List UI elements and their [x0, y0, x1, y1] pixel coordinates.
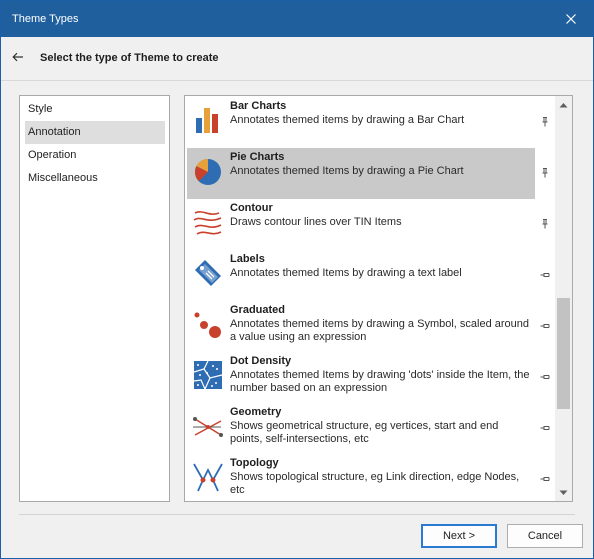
- category-list: Style Annotation Operation Miscellaneous: [19, 95, 170, 502]
- footer-divider: [19, 514, 575, 515]
- theme-description: Draws contour lines over TIN Items: [230, 216, 402, 228]
- close-icon: [566, 14, 576, 24]
- unpinned-icon: [540, 375, 550, 379]
- window-title: Theme Types: [12, 13, 79, 25]
- pin-button[interactable]: [539, 167, 551, 179]
- close-button[interactable]: [549, 1, 593, 37]
- pin-button[interactable]: [539, 116, 551, 128]
- category-item-annotation[interactable]: Annotation: [25, 121, 165, 144]
- theme-description: Annotates themed items by drawing a Symb…: [230, 318, 529, 343]
- scroll-track[interactable]: [555, 113, 572, 484]
- theme-item-pie-charts[interactable]: Pie Charts Annotates themed Items by dra…: [187, 148, 535, 199]
- theme-description: Annotates themed items by drawing a Bar …: [230, 114, 465, 126]
- page-heading: Select the type of Theme to create: [40, 52, 219, 64]
- pin-button[interactable]: [539, 371, 551, 383]
- category-item-operation[interactable]: Operation: [25, 144, 165, 167]
- theme-item-graduated[interactable]: Graduated Annotates themed items by draw…: [187, 301, 535, 352]
- theme-type-list: Bar Charts Annotates themed items by dra…: [184, 95, 573, 502]
- theme-name: Topology: [230, 457, 279, 469]
- pinned-icon: [542, 219, 548, 229]
- back-arrow-icon: [12, 52, 23, 62]
- pinned-icon: [542, 168, 548, 178]
- bar-chart-icon: [196, 108, 218, 133]
- theme-description: Annotates themed Items by drawing a Pie …: [230, 165, 464, 177]
- theme-name: Graduated: [230, 304, 286, 316]
- pinned-icon: [542, 117, 548, 127]
- unpinned-icon: [540, 273, 550, 277]
- vertical-scrollbar[interactable]: [555, 96, 572, 501]
- theme-name: Pie Charts: [230, 151, 285, 163]
- theme-name: Dot Density: [230, 355, 292, 367]
- title-bar: Theme Types: [1, 1, 593, 37]
- scroll-up-button[interactable]: [555, 96, 572, 113]
- pin-button[interactable]: [539, 218, 551, 230]
- contour-icon: [193, 211, 222, 235]
- theme-name: Geometry: [230, 406, 282, 418]
- scroll-down-arrow-icon: [559, 490, 568, 495]
- theme-name: Contour: [230, 202, 273, 214]
- pie-chart-icon: [194, 158, 221, 185]
- pin-button[interactable]: [539, 320, 551, 332]
- dialog-header: Select the type of Theme to create: [1, 37, 593, 81]
- pin-button[interactable]: [539, 269, 551, 281]
- theme-name: Labels: [230, 253, 265, 265]
- graduated-symbols-icon: [194, 312, 221, 338]
- geometry-icon: [193, 417, 223, 437]
- theme-item-labels[interactable]: Labels Annotates themed Items by drawing…: [187, 250, 535, 301]
- theme-description: Annotates themed Items by drawing 'dots'…: [230, 369, 530, 394]
- theme-description: Shows geometrical structure, eg vertices…: [230, 420, 499, 445]
- theme-item-contour[interactable]: Contour Draws contour lines over TIN Ite…: [187, 199, 535, 250]
- topology-icon: [193, 463, 223, 492]
- scroll-down-button[interactable]: [555, 484, 572, 501]
- unpinned-icon: [540, 477, 550, 481]
- theme-item-bar-charts[interactable]: Bar Charts Annotates themed items by dra…: [187, 97, 535, 148]
- next-button[interactable]: Next >: [421, 524, 497, 548]
- theme-item-dot-density[interactable]: Dot Density Annotates themed Items by dr…: [187, 352, 535, 403]
- theme-description: Shows topological structure, eg Link dir…: [230, 471, 520, 496]
- theme-types-dialog: Theme Types Select the type of Theme to …: [0, 0, 594, 559]
- theme-item-geometry[interactable]: Geometry Shows geometrical structure, eg…: [187, 403, 535, 454]
- unpinned-icon: [540, 426, 550, 430]
- theme-name: Bar Charts: [230, 100, 287, 112]
- theme-description: Annotates themed Items by drawing a text…: [230, 267, 462, 279]
- scroll-thumb[interactable]: [557, 298, 570, 409]
- unpinned-icon: [540, 324, 550, 328]
- pin-button[interactable]: [539, 422, 551, 434]
- label-tag-icon: [195, 260, 221, 286]
- scroll-up-arrow-icon: [559, 102, 568, 107]
- pin-button[interactable]: [539, 473, 551, 485]
- back-button[interactable]: [10, 49, 26, 65]
- dot-density-icon: [193, 360, 223, 390]
- cancel-button[interactable]: Cancel: [507, 524, 583, 548]
- category-item-style[interactable]: Style: [25, 98, 165, 121]
- category-item-miscellaneous[interactable]: Miscellaneous: [25, 167, 165, 190]
- theme-item-topology[interactable]: Topology Shows topological structure, eg…: [187, 454, 535, 501]
